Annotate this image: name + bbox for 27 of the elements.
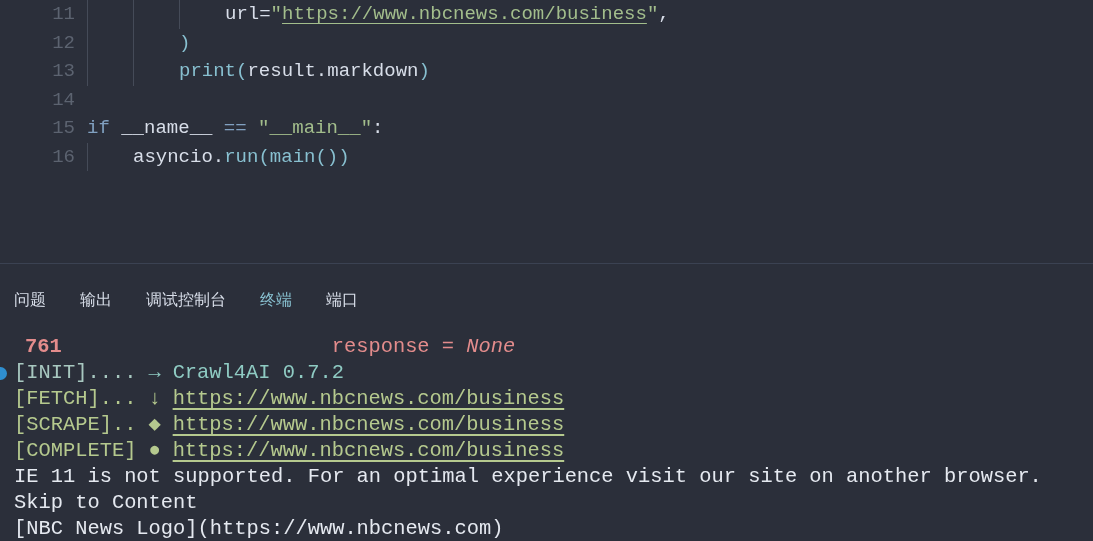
panel-tab[interactable]: 端口 <box>326 266 358 334</box>
terminal-link[interactable]: https://www.nbcnews.com/business <box>172 438 565 464</box>
panel-tab[interactable]: 输出 <box>80 266 112 334</box>
code-line: ) <box>179 30 191 56</box>
terminal-text: Crawl4AI 0.7.2 <box>172 360 344 386</box>
terminal-text: → <box>148 360 161 386</box>
line-number: 761 <box>25 334 62 360</box>
code-line: url="https://www.nbcnews.com/business", <box>225 2 670 27</box>
terminal-text: [FETCH]... <box>14 386 137 412</box>
terminal-text: [SCRAPE].. <box>14 412 137 438</box>
terminal-text: ◆ <box>148 412 161 438</box>
terminal-text: IE 11 is not supported. For an optimal experience visit our site on another browser. <box>14 464 1042 490</box>
terminal-text: [INIT].... <box>14 360 137 386</box>
terminal-text: Skip to Content <box>14 490 198 516</box>
code-line: asyncio.run(main()) <box>133 144 350 170</box>
terminal-text: response = None <box>331 334 516 360</box>
terminal-text: [COMPLETE] <box>14 438 137 464</box>
code-line: print(result.markdown) <box>179 59 430 84</box>
terminal-text: ↓ <box>148 386 161 412</box>
panel-tab[interactable]: 终端 <box>260 266 292 334</box>
code-line: if __name__ == "__main__": <box>87 116 384 141</box>
panel-tab[interactable]: 问题 <box>14 266 46 334</box>
terminal-link[interactable]: https://www.nbcnews.com/business <box>172 386 565 412</box>
panel-tab[interactable]: 调试控制台 <box>146 266 226 334</box>
terminal-text: [NBC News Logo](https://www.nbcnews.com) <box>14 516 504 541</box>
terminal-link[interactable]: https://www.nbcnews.com/business <box>172 412 565 438</box>
terminal-text: ● <box>148 438 161 464</box>
